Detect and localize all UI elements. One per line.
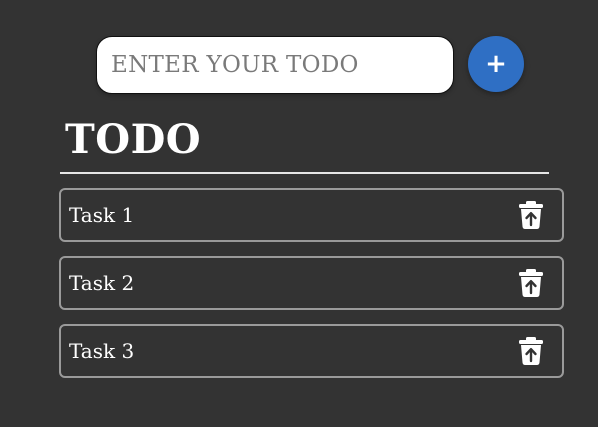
- task-item: Task 3: [59, 324, 564, 378]
- title-block: TODO: [60, 112, 549, 174]
- todo-input[interactable]: [96, 36, 454, 94]
- delete-task-button[interactable]: [518, 337, 544, 365]
- task-item: Task 2: [59, 256, 564, 310]
- task-label: Task 3: [69, 339, 135, 363]
- input-row: +: [96, 36, 526, 94]
- delete-task-button[interactable]: [518, 201, 544, 229]
- task-item: Task 1: [59, 188, 564, 242]
- task-label: Task 2: [69, 271, 135, 295]
- trash-restore-icon: [519, 337, 543, 365]
- trash-restore-icon: [519, 269, 543, 297]
- delete-task-button[interactable]: [518, 269, 544, 297]
- todo-app: + TODO Task 1 Task 2: [0, 0, 598, 427]
- page-title: TODO: [65, 116, 202, 163]
- trash-restore-icon: [519, 201, 543, 229]
- task-label: Task 1: [69, 203, 135, 227]
- add-todo-button[interactable]: +: [468, 36, 524, 92]
- task-list: Task 1 Task 2 Task 3: [59, 188, 564, 392]
